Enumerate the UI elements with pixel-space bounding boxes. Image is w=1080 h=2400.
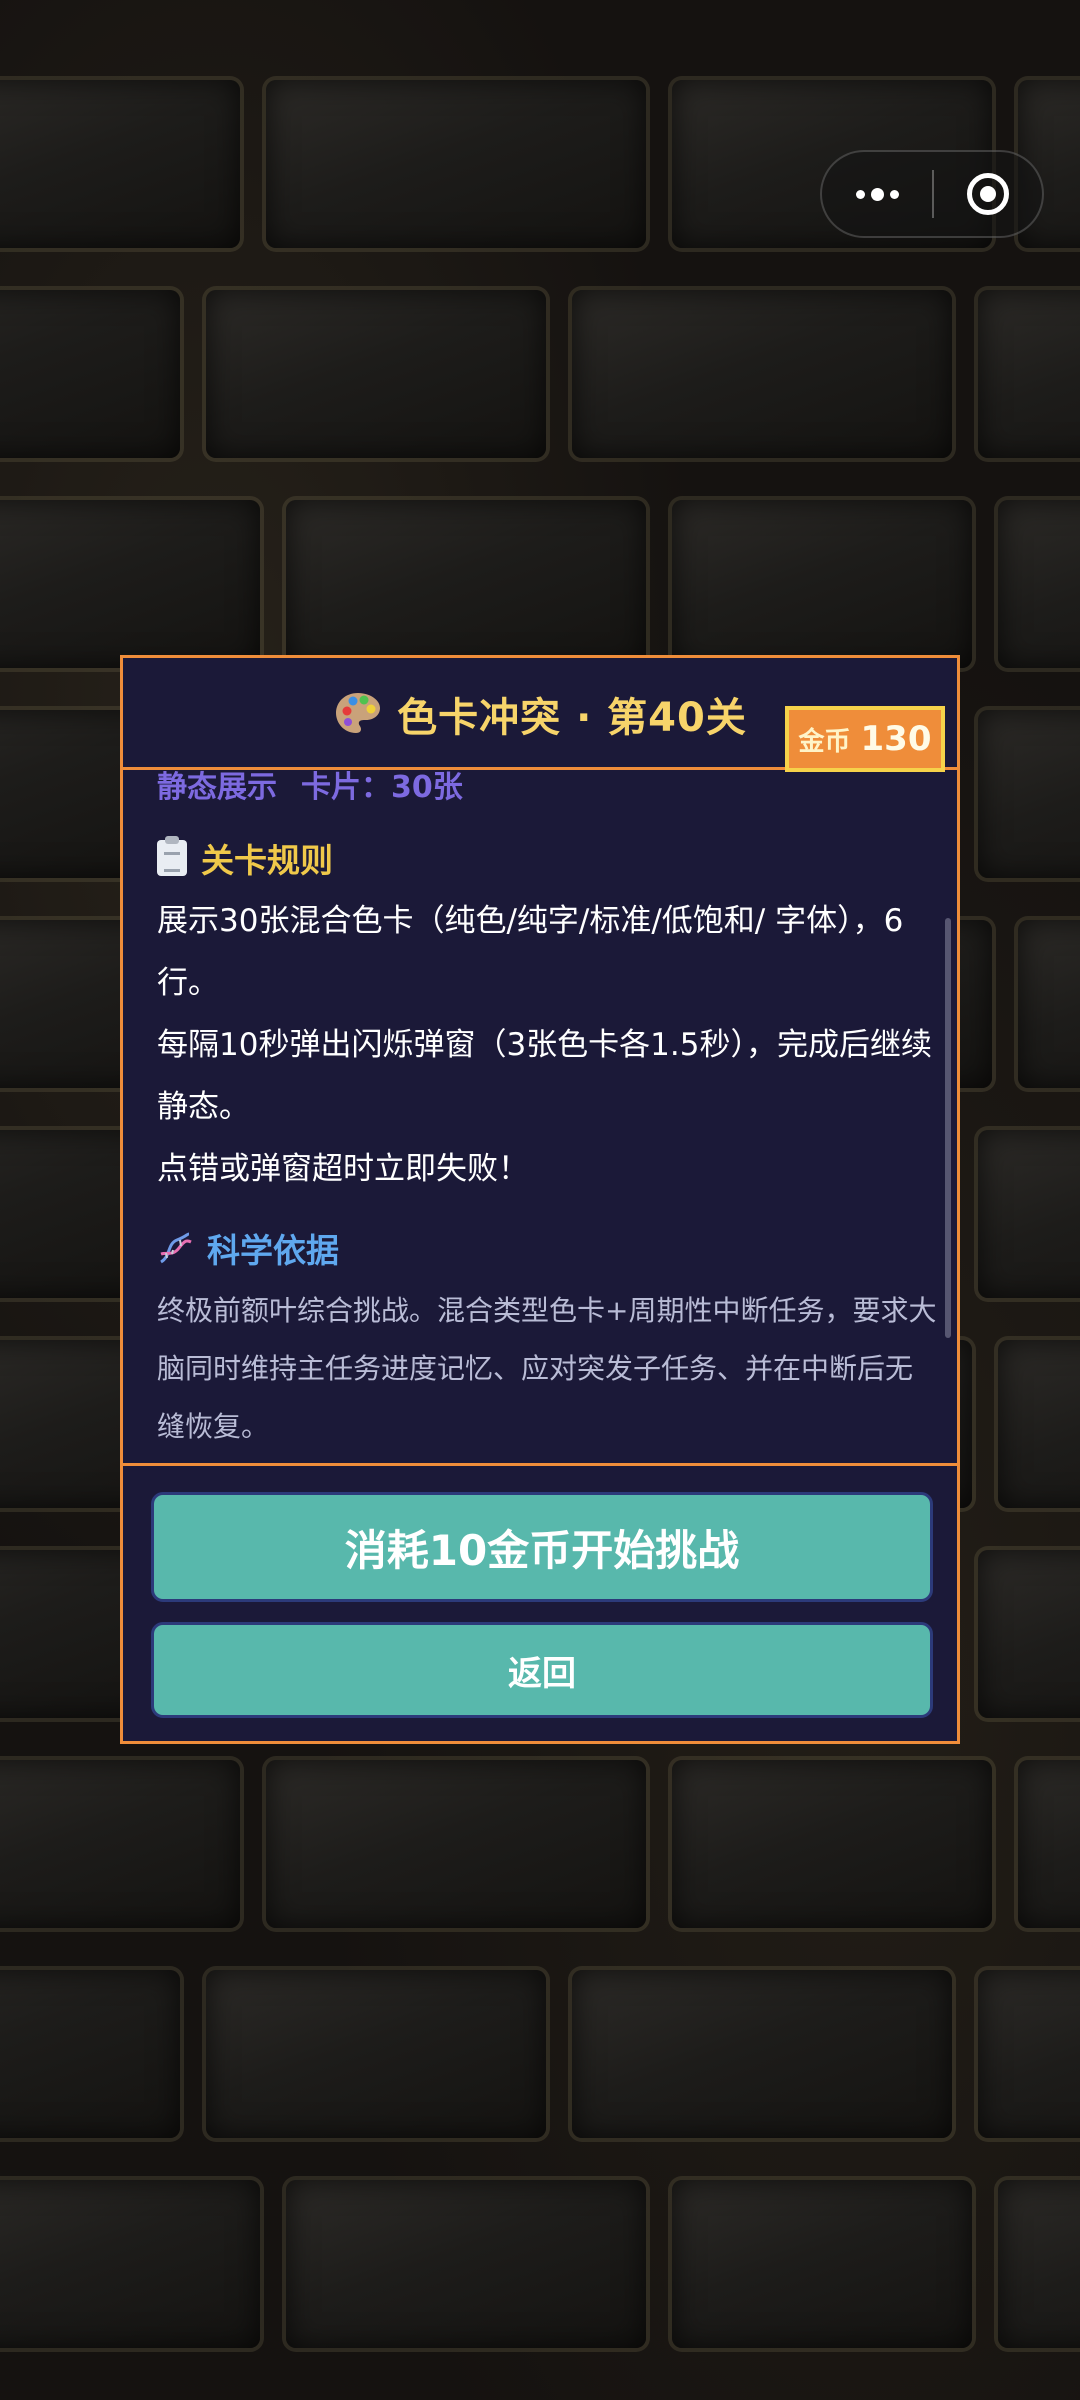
back-button[interactable]: 返回 <box>151 1622 933 1718</box>
miniprogram-capsule <box>820 150 1044 238</box>
display-mode: 静态展示 <box>157 770 277 805</box>
card-count: 卡片：30张 <box>301 770 463 805</box>
target-close-icon <box>967 173 1009 215</box>
rules-heading: 关卡规则 <box>157 834 333 882</box>
rule-line: 点错或弹窗超时立即失败！ <box>157 1151 529 1187</box>
more-dots-icon <box>855 187 899 201</box>
level-meta: 静态展示 卡片：30张 <box>157 770 463 806</box>
dialog-header: 色卡冲突 · 第40关 金币 130 <box>123 658 957 772</box>
rules-heading-text: 关卡规则 <box>201 841 333 880</box>
rule-line: 展示30张混合色卡（纯色/纯字/标准/低饱和/ 字体），6行。 <box>157 903 904 1001</box>
coin-balance-badge: 金币 130 <box>785 706 945 772</box>
science-text: 终极前额叶综合挑战。混合类型色卡+周期性中断任务，要求大脑同时维持主任务进度记忆… <box>157 1294 937 1443</box>
coin-label: 金币 <box>798 726 851 757</box>
science-heading-text: 科学依据 <box>207 1231 339 1270</box>
dna-icon <box>160 1232 192 1264</box>
dialog-body-scroll[interactable]: 静态展示 卡片：30张 关卡规则 展示30张混合色卡（纯色/纯字/标准/低饱和/ … <box>123 770 957 1460</box>
rules-text: 展示30张混合色卡（纯色/纯字/标准/低饱和/ 字体），6行。 每隔10秒弹出闪… <box>157 890 937 1200</box>
start-challenge-button[interactable]: 消耗10金币开始挑战 <box>151 1492 933 1602</box>
dialog-title-text: 色卡冲突 · 第40关 <box>397 695 747 741</box>
clipboard-icon <box>157 836 187 876</box>
scrollbar[interactable] <box>945 918 951 1338</box>
science-heading: 科学依据 <box>157 1224 339 1272</box>
level-dialog: 色卡冲突 · 第40关 金币 130 静态展示 卡片：30张 关卡规则 展示30张… <box>120 655 960 1744</box>
more-button[interactable] <box>822 152 932 236</box>
coin-value: 130 <box>860 719 932 759</box>
palette-icon <box>336 693 381 733</box>
close-miniprogram-button[interactable] <box>934 152 1042 236</box>
rule-line: 每隔10秒弹出闪烁弹窗（3张色卡各1.5秒），完成后继续静态。 <box>157 1027 932 1125</box>
dialog-footer: 消耗10金币开始挑战 返回 <box>123 1463 957 1741</box>
